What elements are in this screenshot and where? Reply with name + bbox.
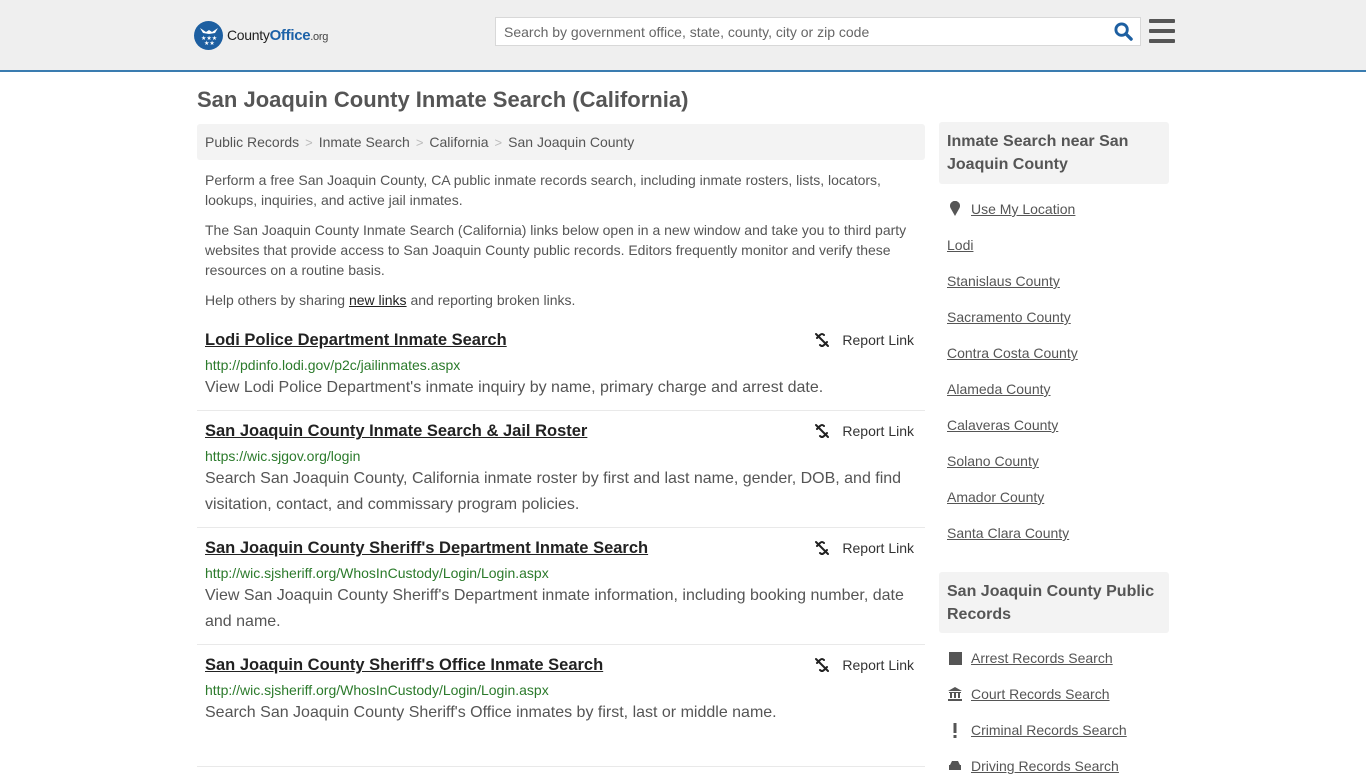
breadcrumb-california[interactable]: California <box>429 134 488 150</box>
result-description: View San Joaquin County Sheriff's Depart… <box>205 587 904 630</box>
use-my-location-label: Use My Location <box>971 201 1076 217</box>
share-text: Help others by sharing <box>205 292 349 308</box>
criminal-records-label: Criminal Records Search <box>971 722 1127 738</box>
nearby-link-contra-costa[interactable]: Contra Costa County <box>947 345 1078 361</box>
report-link-button[interactable]: Report Link <box>814 423 914 439</box>
exclamation-icon <box>947 722 963 738</box>
search-bar <box>495 17 1141 46</box>
square-icon <box>947 651 963 665</box>
report-link-label: Report Link <box>842 423 914 439</box>
search-button[interactable] <box>1106 18 1140 45</box>
site-logo[interactable]: ★★★ ★★ CountyOffice.org <box>194 20 328 50</box>
nearby-link-santa-clara[interactable]: Santa Clara County <box>947 525 1069 541</box>
broken-link-icon <box>815 333 830 347</box>
search-input[interactable] <box>496 18 1106 45</box>
breadcrumb-san-joaquin-county[interactable]: San Joaquin County <box>508 134 634 150</box>
result-description: View Lodi Police Department's inmate inq… <box>205 379 824 396</box>
share-links-paragraph: Help others by sharing new links and rep… <box>205 290 917 310</box>
map-pin-icon <box>947 201 963 217</box>
result-url: http://wic.sjsheriff.org/WhosInCustody/L… <box>205 682 549 698</box>
nearby-link-solano[interactable]: Solano County <box>947 453 1039 469</box>
disclaimer-paragraph: The San Joaquin County Inmate Search (Ca… <box>205 222 907 278</box>
breadcrumb-separator: > <box>305 134 313 150</box>
result-url: https://wic.sjgov.org/login <box>205 448 361 464</box>
broken-link-icon <box>815 424 830 438</box>
arrest-records-label: Arrest Records Search <box>971 650 1113 666</box>
result-item: San Joaquin County Sheriff's Department … <box>197 528 925 645</box>
report-link-button[interactable]: Report Link <box>814 332 914 348</box>
result-description: Search San Joaquin County Sheriff's Offi… <box>205 704 777 721</box>
result-item: San Joaquin County Sheriff's Office Inma… <box>197 645 925 767</box>
logo-text: CountyOffice.org <box>227 26 329 44</box>
broken-link-icon <box>815 541 830 555</box>
result-title-link[interactable]: San Joaquin County Inmate Search & Jail … <box>205 422 587 441</box>
nearby-link-calaveras[interactable]: Calaveras County <box>947 417 1058 433</box>
breadcrumb-public-records[interactable]: Public Records <box>205 134 299 150</box>
court-records-link[interactable]: Court Records Search <box>947 686 1110 702</box>
use-my-location-link[interactable]: Use My Location <box>947 201 1075 217</box>
result-url: http://pdinfo.lodi.gov/p2c/jailinmates.a… <box>205 357 461 373</box>
hamburger-menu-icon[interactable] <box>1149 19 1175 43</box>
criminal-records-link[interactable]: Criminal Records Search <box>947 722 1127 738</box>
nearby-heading: Inmate Search near San Joaquin County <box>939 122 1169 184</box>
report-link-label: Report Link <box>842 332 914 348</box>
public-records-heading: San Joaquin County Public Records <box>939 572 1169 633</box>
nearby-link-lodi[interactable]: Lodi <box>947 237 973 253</box>
breadcrumb-inmate-search[interactable]: Inmate Search <box>319 134 410 150</box>
breadcrumb-separator: > <box>494 134 503 150</box>
site-header: ★★★ ★★ CountyOffice.org <box>0 0 1366 72</box>
breadcrumb: Public Records > Inmate Search > Califor… <box>197 124 925 160</box>
result-item: Lodi Police Department Inmate Search Rep… <box>197 322 925 411</box>
nearby-link-alameda[interactable]: Alameda County <box>947 381 1051 397</box>
eagle-stars-logo-icon: ★★★ ★★ <box>194 20 223 50</box>
breadcrumb-separator: > <box>415 134 424 150</box>
share-text-end: and reporting broken links. <box>406 292 576 308</box>
report-link-button[interactable]: Report Link <box>814 540 914 556</box>
report-link-button[interactable]: Report Link <box>814 657 914 673</box>
nearby-link-amador[interactable]: Amador County <box>947 489 1044 505</box>
driving-records-link[interactable]: Driving Records Search <box>947 758 1119 774</box>
arrest-records-link[interactable]: Arrest Records Search <box>947 650 1113 666</box>
svg-text:★★: ★★ <box>204 40 215 45</box>
court-records-label: Court Records Search <box>971 686 1110 702</box>
search-icon <box>1113 22 1133 41</box>
nearby-link-stanislaus[interactable]: Stanislaus County <box>947 273 1060 289</box>
intro-paragraph: Perform a free San Joaquin County, CA pu… <box>205 172 881 208</box>
result-title-link[interactable]: San Joaquin County Sheriff's Department … <box>205 539 648 558</box>
result-title-link[interactable]: Lodi Police Department Inmate Search <box>205 331 507 350</box>
broken-link-icon <box>815 658 830 672</box>
result-description: Search San Joaquin County, California in… <box>205 470 902 513</box>
result-title-link[interactable]: San Joaquin County Sheriff's Office Inma… <box>205 656 603 675</box>
new-links-link[interactable]: new links <box>349 292 407 308</box>
courthouse-icon <box>947 687 963 701</box>
nearby-link-sacramento[interactable]: Sacramento County <box>947 309 1071 325</box>
page-title: San Joaquin County Inmate Search (Califo… <box>197 87 689 112</box>
report-link-label: Report Link <box>842 657 914 673</box>
result-item: San Joaquin County Inmate Search & Jail … <box>197 411 925 528</box>
result-url: http://wic.sjsheriff.org/WhosInCustody/L… <box>205 565 549 581</box>
driving-records-label: Driving Records Search <box>971 758 1119 774</box>
car-icon <box>947 760 963 772</box>
report-link-label: Report Link <box>842 540 914 556</box>
